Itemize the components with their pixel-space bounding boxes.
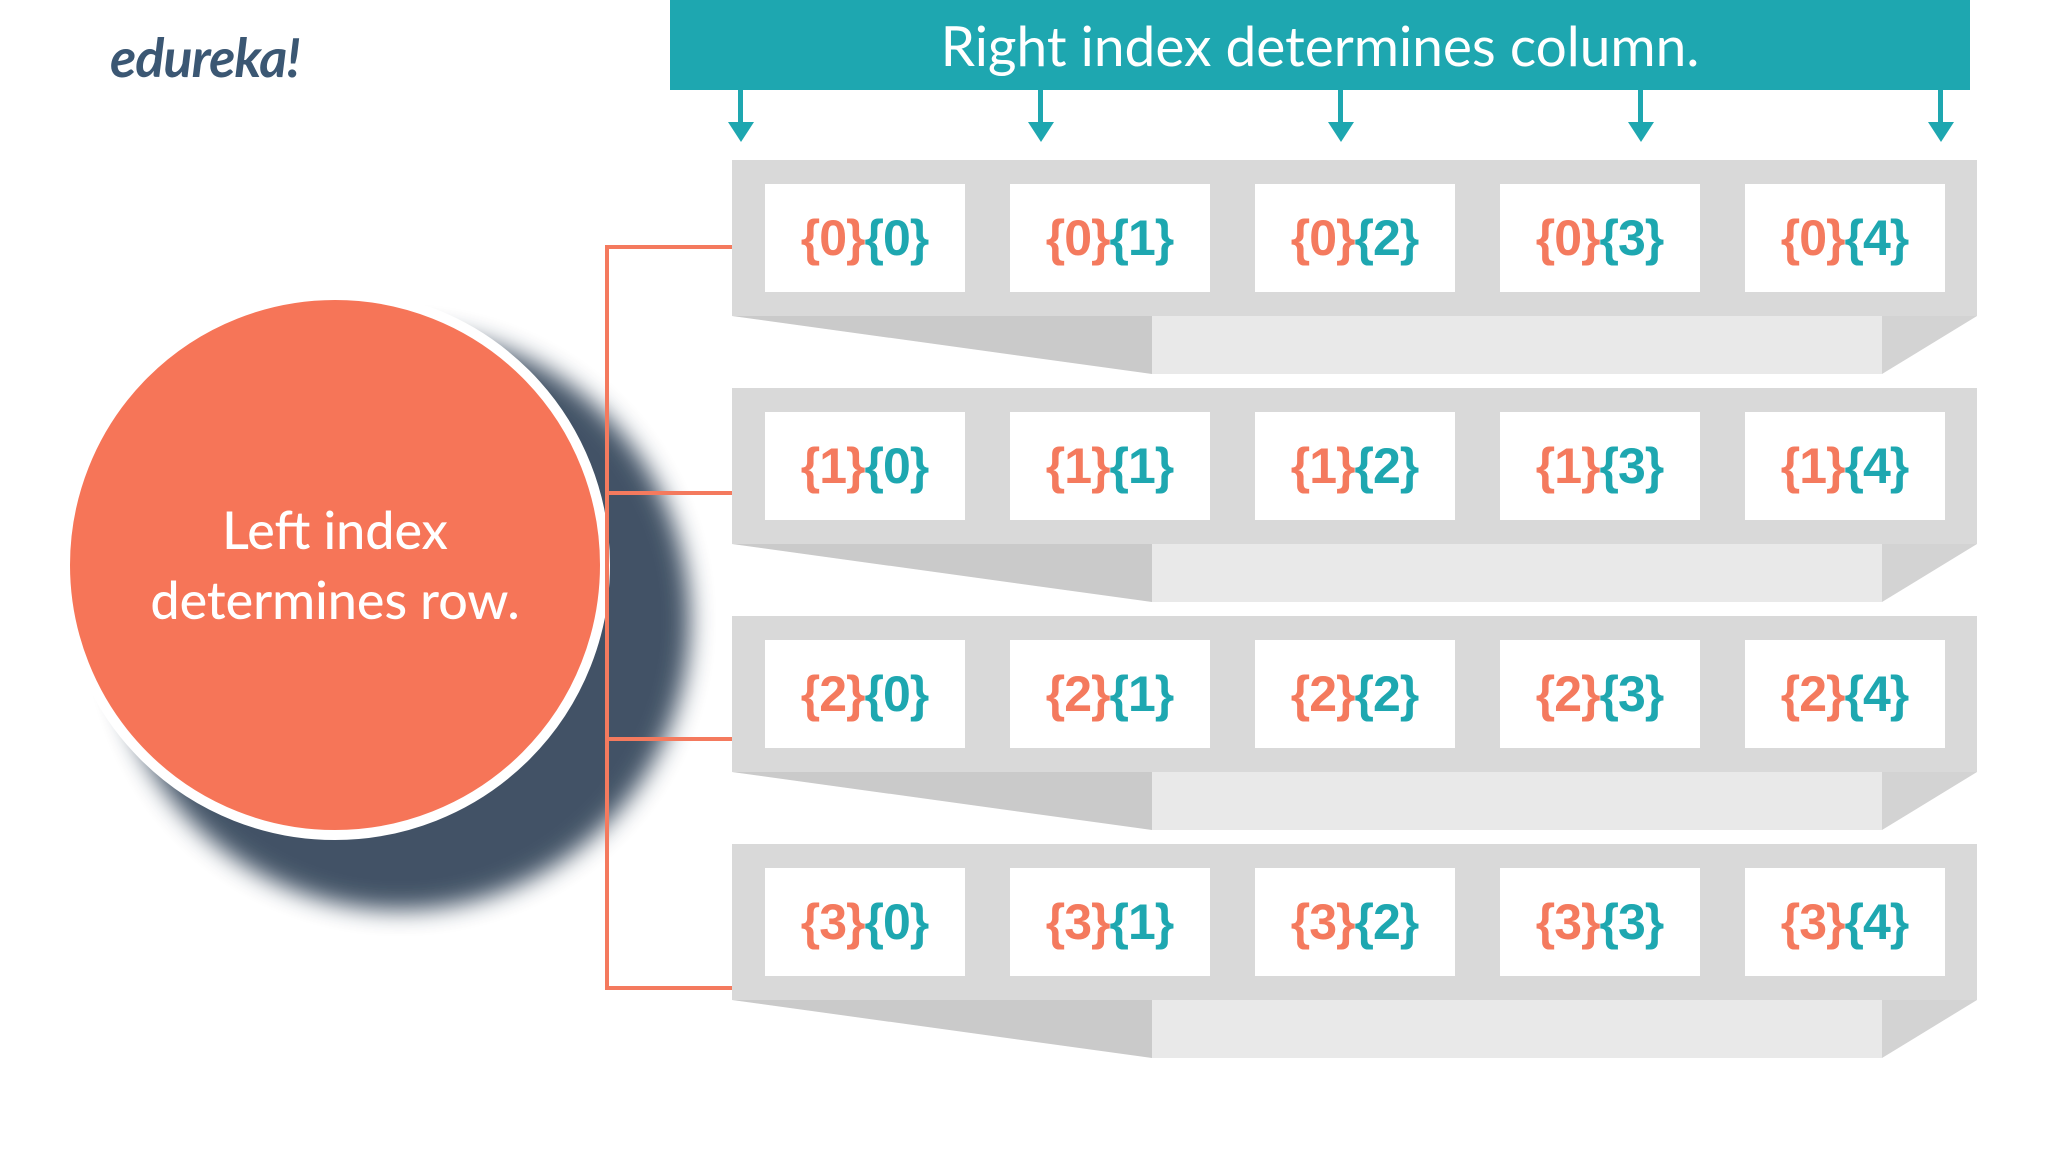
cell-left-index: {1} [1536,437,1600,495]
grid-cell: {0}{1} [1010,184,1210,292]
grid-cell: {0}{0} [765,184,965,292]
cell-right-index: {1} [1110,437,1174,495]
grid-cell: {2}{4} [1745,640,1945,748]
grid-row: {2}{0} {2}{1} {2}{2} {2}{3} {2}{4} [732,616,1977,772]
cell-right-index: {4} [1845,893,1909,951]
grid-cell: {3}{2} [1255,868,1455,976]
connector-branch [605,245,735,249]
cell-right-index: {1} [1110,209,1174,267]
cell-left-index: {1} [801,437,865,495]
cell-left-index: {3} [1291,893,1355,951]
cell-right-index: {4} [1845,437,1909,495]
row-index-text: Left indexdetermines row. [110,495,559,635]
grid-cell: {2}{0} [765,640,965,748]
cell-right-index: {3} [1600,437,1664,495]
connector-branch [605,986,735,990]
grid-cell: {0}{3} [1500,184,1700,292]
row-wedge-icon [732,772,1977,830]
cell-left-index: {1} [1046,437,1110,495]
grid-cell: {0}{4} [1745,184,1945,292]
row-wedge-icon [732,316,1977,374]
cell-right-index: {0} [865,209,929,267]
cell-right-index: {3} [1600,209,1664,267]
row-wedge-icon [732,544,1977,602]
cell-left-index: {2} [801,665,865,723]
connector-trunk [605,245,609,990]
cell-left-index: {3} [1781,893,1845,951]
cell-right-index: {0} [865,893,929,951]
grid-cell: {1}{3} [1500,412,1700,520]
cell-left-index: {0} [801,209,865,267]
grid-cell: {2}{1} [1010,640,1210,748]
connector-branch [605,491,735,495]
grid-cell: {2}{2} [1255,640,1455,748]
cell-right-index: {1} [1110,665,1174,723]
cell-right-index: {4} [1845,665,1909,723]
grid-cell: {1}{4} [1745,412,1945,520]
row-wedge-icon [732,1000,1977,1058]
grid-cell: {0}{2} [1255,184,1455,292]
grid-row-wrap: {0}{0} {0}{1} {0}{2} {0}{3} {0}{4} [732,160,1977,316]
cell-left-index: {1} [1291,437,1355,495]
grid-cell: {3}{1} [1010,868,1210,976]
grid-row: {0}{0} {0}{1} {0}{2} {0}{3} {0}{4} [732,160,1977,316]
cell-right-index: {3} [1600,893,1664,951]
grid-cell: {3}{0} [765,868,965,976]
cell-left-index: {3} [801,893,865,951]
grid-row-wrap: {1}{0} {1}{1} {1}{2} {1}{3} {1}{4} [732,388,1977,544]
grid-cell: {3}{4} [1745,868,1945,976]
cell-left-index: {2} [1046,665,1110,723]
cell-left-index: {2} [1781,665,1845,723]
cell-left-index: {0} [1291,209,1355,267]
cell-left-index: {3} [1536,893,1600,951]
brand-logo: edureka! [110,24,300,89]
column-header-box: Right index determines column. [670,0,1970,90]
cell-right-index: {2} [1355,665,1419,723]
grid-row-wrap: {3}{0} {3}{1} {3}{2} {3}{3} {3}{4} [732,844,1977,1000]
cell-left-index: {0} [1046,209,1110,267]
cell-right-index: {0} [865,437,929,495]
grid-cell: {3}{3} [1500,868,1700,976]
grid-cell: {2}{3} [1500,640,1700,748]
index-grid: {0}{0} {0}{1} {0}{2} {0}{3} {0}{4} {1}{0… [732,160,1977,1000]
cell-left-index: {1} [1781,437,1845,495]
cell-right-index: {4} [1845,209,1909,267]
cell-left-index: {0} [1536,209,1600,267]
cell-right-index: {2} [1355,893,1419,951]
cell-right-index: {2} [1355,437,1419,495]
cell-right-index: {0} [865,665,929,723]
row-connector [605,245,735,990]
grid-cell: {1}{1} [1010,412,1210,520]
grid-row: {1}{0} {1}{1} {1}{2} {1}{3} {1}{4} [732,388,1977,544]
cell-right-index: {3} [1600,665,1664,723]
column-header-text: Right index determines column. [941,12,1700,78]
cell-right-index: {2} [1355,209,1419,267]
grid-row-wrap: {2}{0} {2}{1} {2}{2} {2}{3} {2}{4} [732,616,1977,772]
grid-row: {3}{0} {3}{1} {3}{2} {3}{3} {3}{4} [732,844,1977,1000]
grid-cell: {1}{2} [1255,412,1455,520]
cell-right-index: {1} [1110,893,1174,951]
connector-branch [605,737,735,741]
cell-left-index: {2} [1291,665,1355,723]
column-arrow-row [740,90,1940,150]
cell-left-index: {3} [1046,893,1110,951]
grid-cell: {1}{0} [765,412,965,520]
cell-left-index: {0} [1781,209,1845,267]
row-index-circle: Left indexdetermines row. [60,290,610,840]
cell-left-index: {2} [1536,665,1600,723]
